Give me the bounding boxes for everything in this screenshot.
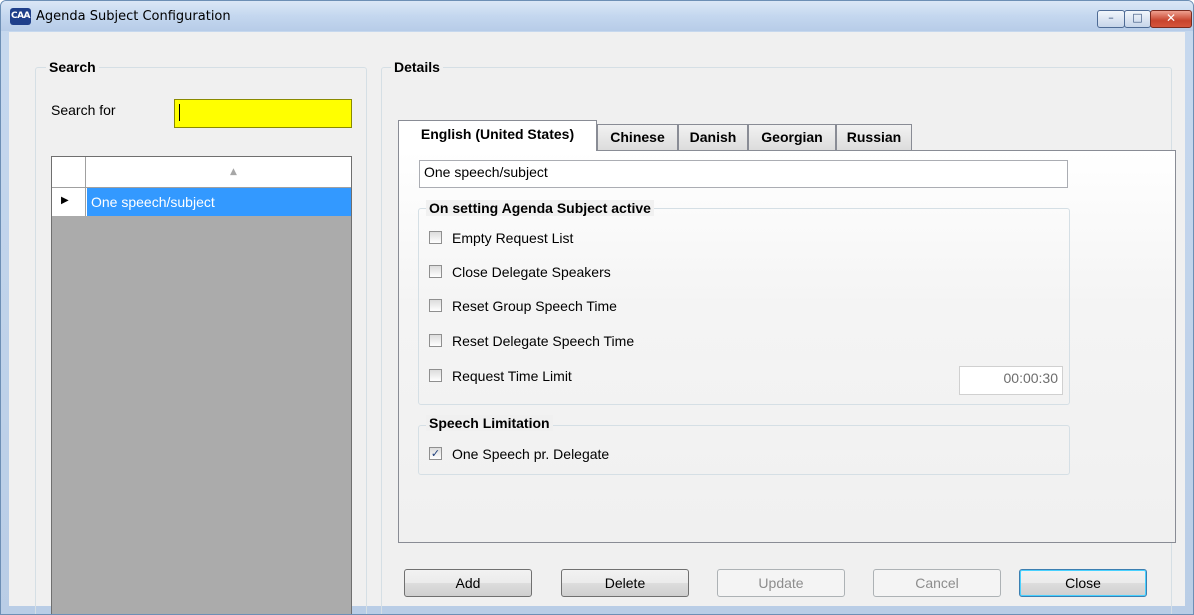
request-time-limit-checkbox[interactable] — [429, 369, 442, 382]
close-button[interactable]: Close — [1019, 569, 1147, 597]
delete-button[interactable]: Delete — [561, 569, 689, 597]
app-icon: CAA — [10, 8, 31, 25]
add-button[interactable]: Add — [404, 569, 532, 597]
one-speech-per-delegate-label: One Speech pr. Delegate — [452, 446, 610, 462]
agenda-subject-cell[interactable]: One speech/subject — [87, 188, 351, 216]
speech-limitation-group-label: Speech Limitation — [426, 415, 553, 431]
empty-request-list-label: Empty Request List — [452, 230, 574, 246]
window-title: Agenda Subject Configuration — [36, 9, 231, 24]
tab-chinese[interactable]: Chinese — [597, 124, 678, 150]
row-indicator: ▶ — [52, 188, 86, 216]
empty-request-list-checkbox[interactable] — [429, 231, 442, 244]
close-delegate-speakers-label: Close Delegate Speakers — [452, 264, 611, 280]
active-settings-group-label: On setting Agenda Subject active — [426, 200, 654, 216]
grid-header: ▲ — [52, 157, 351, 188]
reset-delegate-speech-time-label: Reset Delegate Speech Time — [452, 333, 635, 349]
maximize-button[interactable]: □ — [1124, 10, 1151, 28]
search-input[interactable] — [174, 99, 352, 128]
search-group-label: Search — [46, 59, 99, 75]
current-row-arrow-icon: ▶ — [61, 195, 69, 206]
client-area: Search Search for ▲ ▶ One speech/subject… — [9, 32, 1185, 614]
tab-danish[interactable]: Danish — [678, 124, 748, 150]
details-group-label: Details — [391, 59, 443, 75]
table-row[interactable]: ▶ One speech/subject — [52, 188, 351, 216]
tab-english[interactable]: English (United States) — [398, 120, 597, 151]
title-bar[interactable]: CAA Agenda Subject Configuration – □ ✕ — [1, 1, 1193, 31]
reset-group-speech-time-checkbox[interactable] — [429, 299, 442, 312]
search-for-label: Search for — [51, 102, 116, 118]
tab-russian[interactable]: Russian — [836, 124, 912, 150]
sort-ascending-icon[interactable]: ▲ — [230, 167, 237, 177]
tab-georgian[interactable]: Georgian — [748, 124, 836, 150]
close-delegate-speakers-checkbox[interactable] — [429, 265, 442, 278]
close-window-button[interactable]: ✕ — [1150, 10, 1192, 28]
update-button[interactable]: Update — [717, 569, 845, 597]
reset-group-speech-time-label: Reset Group Speech Time — [452, 298, 617, 314]
request-time-limit-label: Request Time Limit — [452, 368, 572, 384]
grid-corner-cell — [52, 157, 86, 187]
cancel-button[interactable]: Cancel — [873, 569, 1001, 597]
time-limit-field[interactable]: 00:00:30 — [959, 366, 1063, 395]
reset-delegate-speech-time-checkbox[interactable] — [429, 334, 442, 347]
text-cursor — [179, 103, 180, 121]
minimize-button[interactable]: – — [1097, 10, 1125, 28]
agenda-subject-name-field[interactable]: One speech/subject — [419, 160, 1068, 188]
agenda-subject-grid[interactable]: ▲ ▶ One speech/subject — [51, 156, 352, 614]
one-speech-per-delegate-checkbox[interactable]: ✓ — [429, 447, 442, 460]
app-window: CAA Agenda Subject Configuration – □ ✕ S… — [0, 0, 1194, 615]
